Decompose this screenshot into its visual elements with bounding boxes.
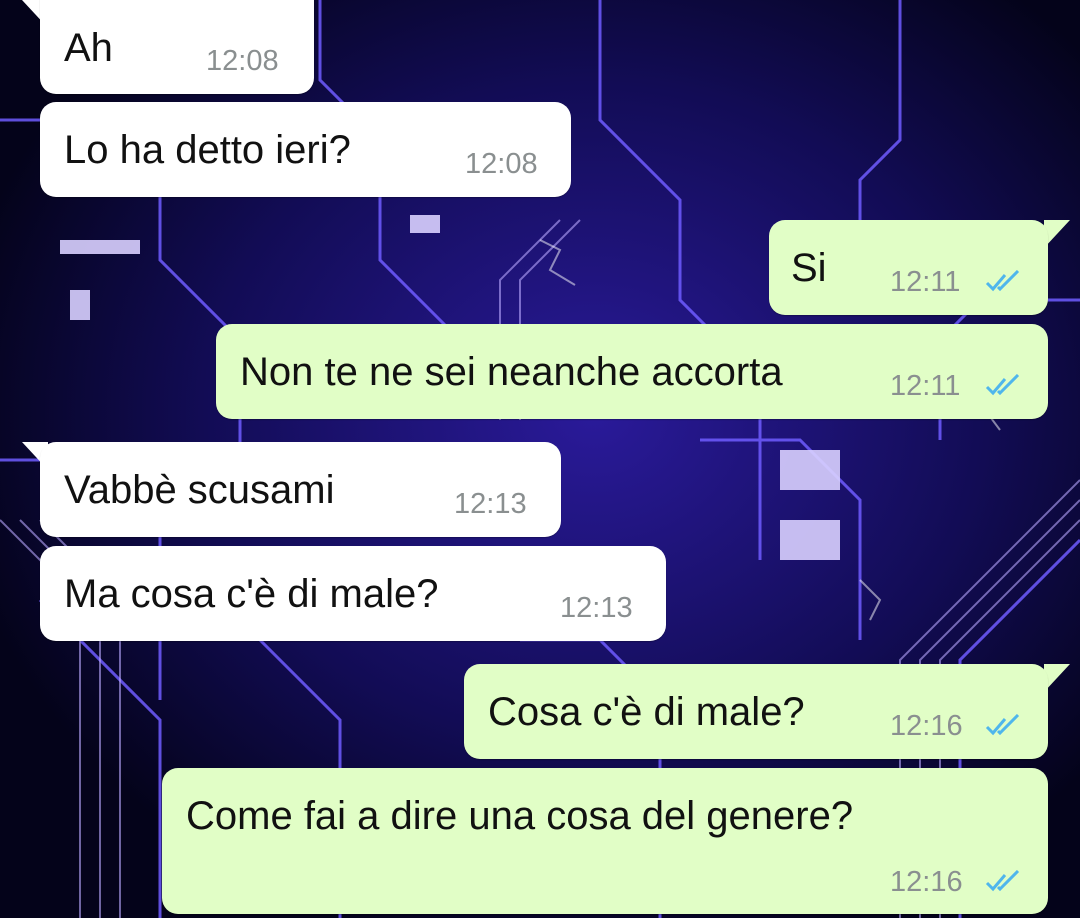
- message-time: 12:11: [890, 266, 961, 298]
- message-text: Cosa c'è di male?: [488, 690, 805, 734]
- message-text: Ah: [64, 26, 113, 70]
- message-text: Ma cosa c'è di male?: [64, 572, 439, 616]
- message-time: 12:13: [454, 488, 527, 520]
- double-check-icon: [985, 270, 1020, 292]
- message-bubble-outgoing[interactable]: Cosa c'è di male? 12:16: [464, 664, 1048, 759]
- message-time: 12:11: [890, 370, 961, 402]
- message-bubble-outgoing[interactable]: Si 12:11: [769, 220, 1048, 315]
- message-bubble-outgoing[interactable]: Come fai a dire una cosa del genere? 12:…: [162, 768, 1048, 914]
- message-text: Non te ne sei neanche accorta: [240, 350, 783, 394]
- message-bubble-incoming[interactable]: Vabbè scusami 12:13: [40, 442, 561, 537]
- double-check-icon: [985, 714, 1020, 736]
- message-time: 12:13: [560, 592, 633, 624]
- message-bubble-incoming[interactable]: Lo ha detto ieri? 12:08: [40, 102, 571, 197]
- message-bubble-incoming[interactable]: Ah 12:08: [40, 0, 314, 94]
- message-time: 12:08: [206, 45, 279, 77]
- message-time: 12:16: [890, 710, 963, 742]
- message-bubble-incoming[interactable]: Ma cosa c'è di male? 12:13: [40, 546, 666, 641]
- message-text: Si: [791, 246, 827, 290]
- message-bubble-outgoing[interactable]: Non te ne sei neanche accorta 12:11: [216, 324, 1048, 419]
- message-time: 12:16: [890, 866, 963, 898]
- message-text: Vabbè scusami: [64, 468, 335, 512]
- double-check-icon: [985, 870, 1020, 892]
- message-text: Come fai a dire una cosa del genere?: [186, 794, 854, 838]
- message-time: 12:08: [465, 148, 538, 180]
- double-check-icon: [985, 374, 1020, 396]
- message-text: Lo ha detto ieri?: [64, 128, 351, 172]
